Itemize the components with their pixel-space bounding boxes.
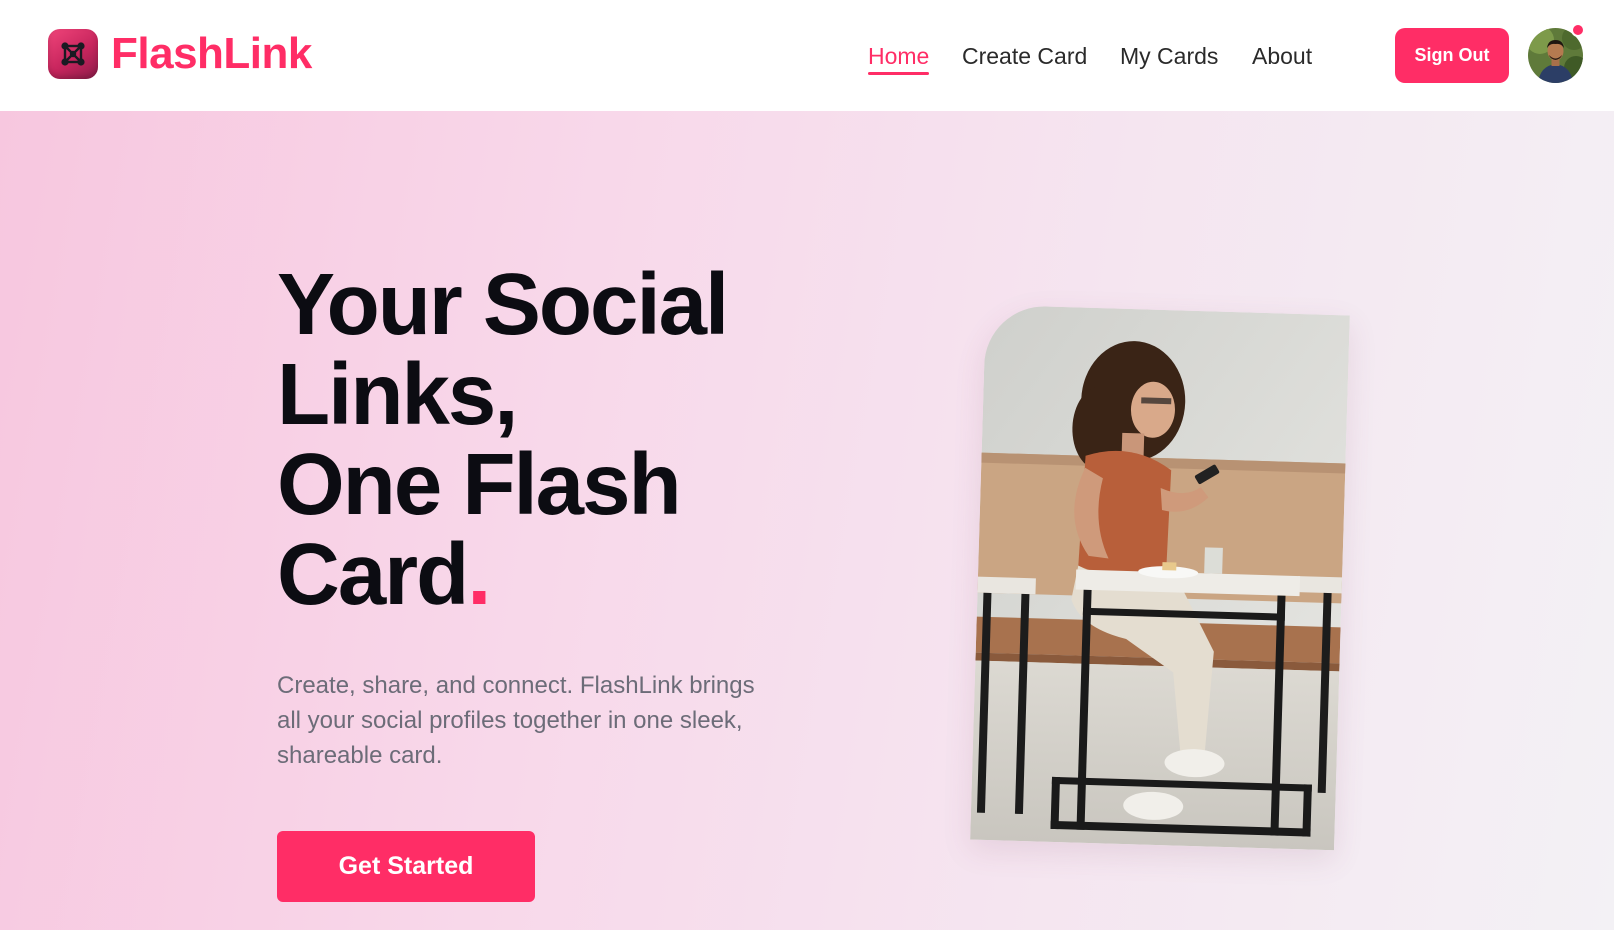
get-started-button[interactable]: Get Started: [277, 831, 535, 902]
hero-title-accent-dot: .: [467, 526, 491, 623]
nav-home[interactable]: Home: [868, 40, 930, 75]
hero-title-line-1: Your Social: [277, 256, 729, 353]
top-header: FlashLink Home Create Card My Cards Abou…: [0, 0, 1614, 111]
hero-title-word: Card: [277, 526, 469, 623]
hero-section: Your Social Links, One Flash Card. Creat…: [0, 111, 1614, 930]
hero-photo: [970, 304, 1350, 851]
nav-create-card[interactable]: Create Card: [962, 40, 1087, 72]
hero-description: Create, share, and connect. FlashLink br…: [277, 672, 755, 769]
nav-my-cards[interactable]: My Cards: [1120, 40, 1218, 72]
nav-about[interactable]: About: [1252, 40, 1312, 72]
sign-out-button[interactable]: Sign Out: [1395, 28, 1509, 83]
user-avatar[interactable]: [1528, 23, 1585, 83]
hero-title-line-2: Links,: [277, 346, 518, 443]
main-nav: Home Create Card My Cards About: [0, 40, 1614, 75]
hero-title-line-4: Card.: [277, 530, 837, 620]
hero-title: Your Social Links, One Flash Card.: [277, 260, 837, 620]
notification-dot: [1571, 23, 1585, 37]
hero-title-line-3: One Flash: [277, 436, 682, 533]
